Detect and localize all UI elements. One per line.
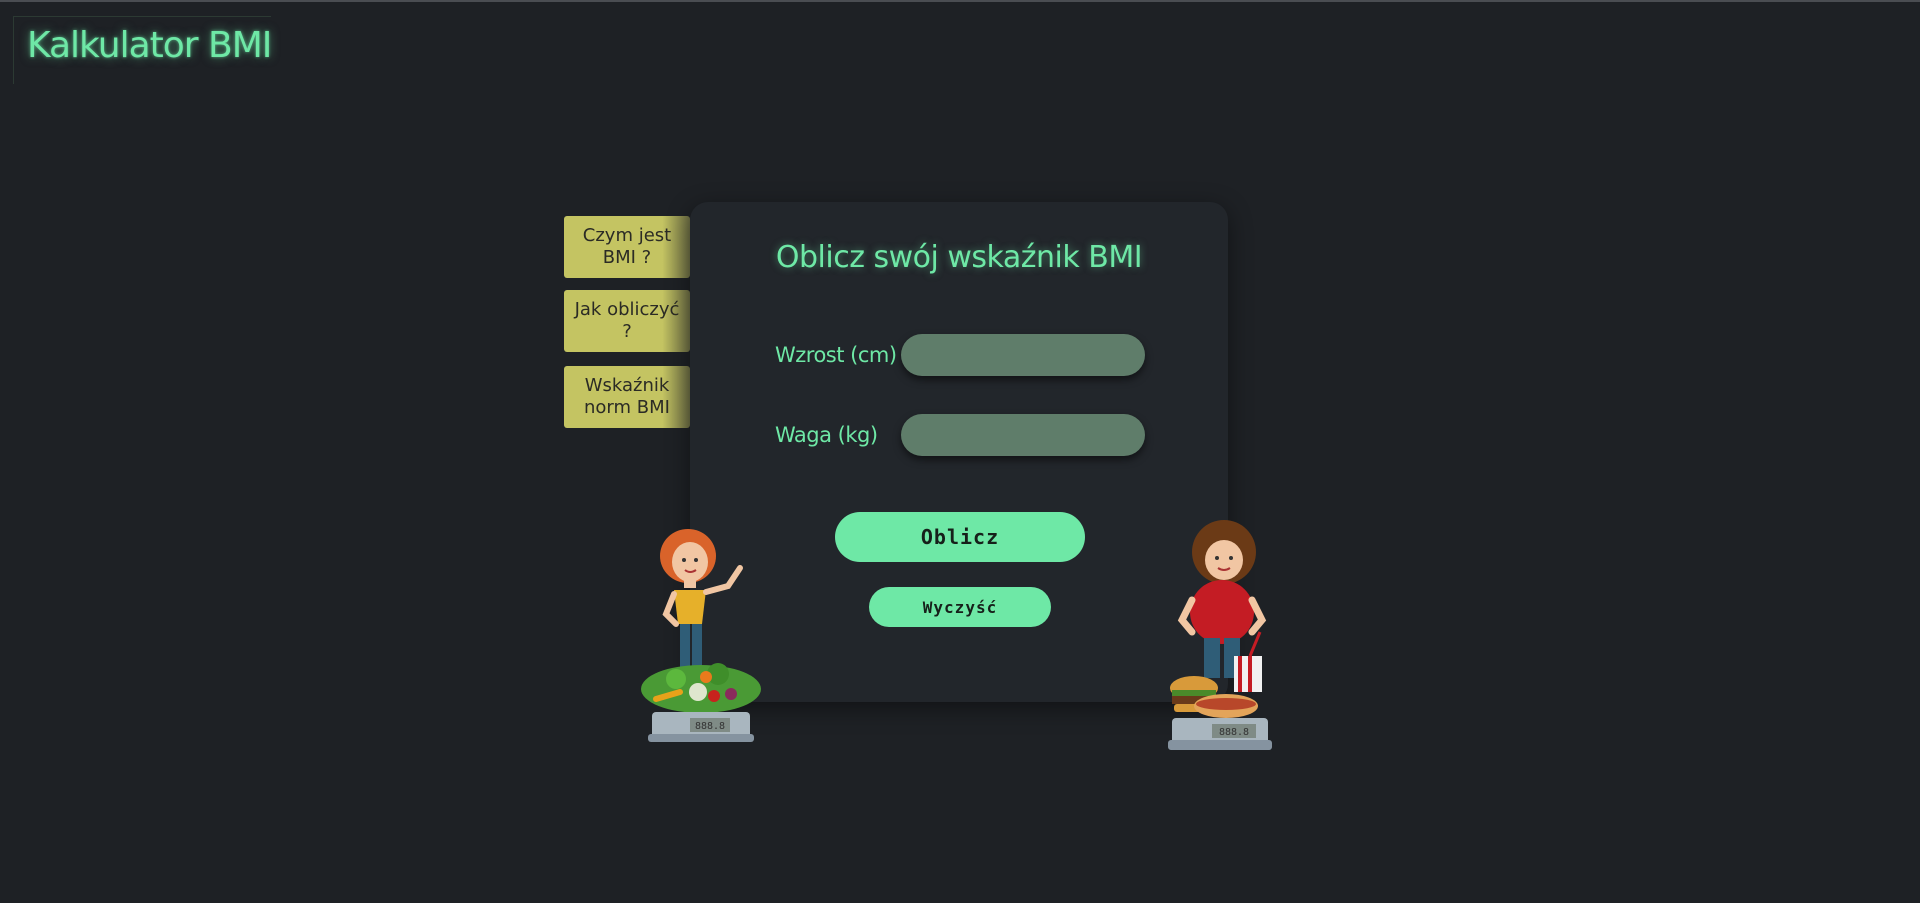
top-border [0,0,1920,2]
app-title: Kalkulator BMI [27,25,272,66]
height-label: Wzrost (cm) [775,343,897,367]
left-scale-display: 888.8 [695,721,725,732]
clear-button[interactable]: Wyczyść [869,587,1051,627]
tab-bmi-norms[interactable]: Wskaźnik norm BMI [564,366,690,428]
right-scale-display: 888.8 [1219,727,1249,738]
calculate-button[interactable]: Oblicz [835,512,1085,562]
tab-what-is-bmi[interactable]: Czym jest BMI ? [564,216,690,278]
form-title: Oblicz swój wskaźnik BMI [775,240,1143,275]
tab-how-to-calculate[interactable]: Jak obliczyć ? [564,290,690,352]
overweight-woman-fastfood-scale-icon: 888.8 [1168,520,1272,750]
height-input[interactable] [901,334,1145,376]
weight-label: Waga (kg) [775,423,878,447]
slim-woman-vegetables-scale-icon: 888.8 [641,529,761,742]
weight-input[interactable] [901,414,1145,456]
